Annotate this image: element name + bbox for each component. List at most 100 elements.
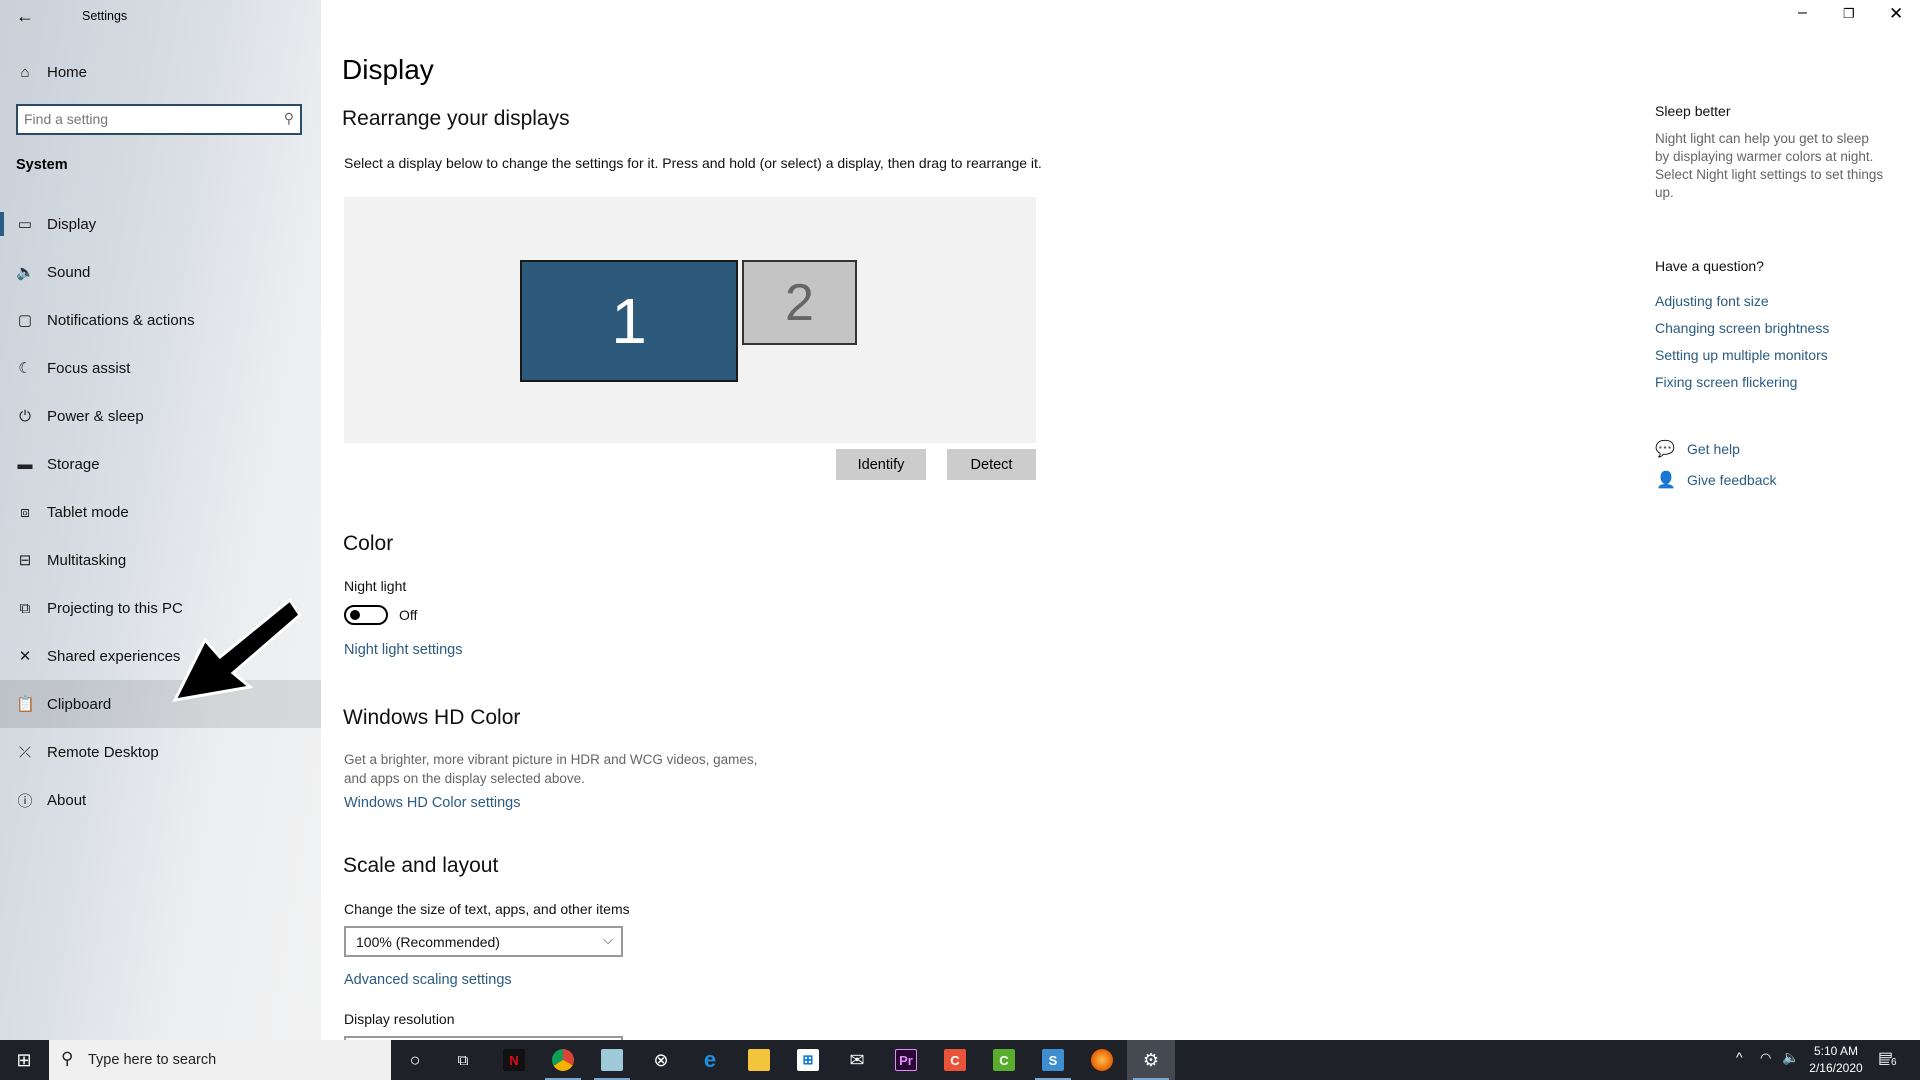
- home-label: Home: [47, 63, 88, 81]
- moon-icon: ☾: [18, 360, 32, 377]
- volume-icon[interactable]: 🔈: [1782, 1049, 1799, 1066]
- task-view-button[interactable]: ⧉: [439, 1040, 487, 1080]
- sidebar-item-notifications-actions[interactable]: ▢ Notifications & actions: [0, 296, 321, 344]
- sleep-text-3: Select Night light settings to set thing…: [1655, 167, 1884, 182]
- help-link-flickering[interactable]: Fixing screen flickering: [1655, 374, 1797, 390]
- search-icon: ⚲: [61, 1049, 74, 1068]
- windows-icon: ⊞: [16, 1049, 32, 1070]
- sidebar-item-remote-desktop[interactable]: ⤫ Remote Desktop: [0, 728, 321, 776]
- sidebar: ← Settings ⌂ Home Find a setting ⚲ Syste…: [0, 0, 321, 1040]
- taskbar: ⊞ ⚲ Type here to search ○ ⧉ N ⊗ e ⊞ ✉ Pr…: [0, 1040, 1920, 1080]
- identify-button[interactable]: Identify: [836, 449, 926, 480]
- minimize-button[interactable]: –: [1798, 4, 1807, 22]
- night-light-settings-link[interactable]: Night light settings: [344, 642, 462, 658]
- speaker-icon: 🔈: [16, 264, 35, 281]
- firefox-app[interactable]: [1078, 1040, 1126, 1080]
- section-heading: System: [16, 157, 68, 173]
- sidebar-item-label: Notifications & actions: [47, 311, 195, 329]
- monitor-1[interactable]: 1: [520, 260, 738, 382]
- monitor-2[interactable]: 2: [742, 260, 857, 345]
- sidebar-item-power-sleep[interactable]: ⏻ Power & sleep: [0, 392, 321, 440]
- storage-icon: ▬: [17, 455, 33, 473]
- multitasking-icon: ⊟: [18, 552, 32, 569]
- question-title: Have a question?: [1655, 258, 1764, 274]
- sidebar-item-sound[interactable]: 🔈 Sound: [0, 248, 321, 296]
- help-link-multiple-monitors[interactable]: Setting up multiple monitors: [1655, 347, 1828, 363]
- notification-icon: ▢: [17, 312, 33, 329]
- restore-button[interactable]: ❐: [1843, 6, 1855, 22]
- sidebar-item-focus-assist[interactable]: ☾ Focus assist: [0, 344, 321, 392]
- store-app[interactable]: ⊞: [784, 1040, 832, 1080]
- scale-heading: Scale and layout: [343, 854, 499, 877]
- sidebar-item-tablet-mode[interactable]: ⧈ Tablet mode: [0, 488, 321, 536]
- night-light-state: Off: [399, 607, 418, 623]
- taskbar-search-box[interactable]: ⚲ Type here to search: [49, 1040, 391, 1080]
- gear-icon: ⚙: [1142, 1049, 1160, 1070]
- help-link-font-size[interactable]: Adjusting font size: [1655, 293, 1769, 309]
- tray-chevron-up-icon[interactable]: ^: [1736, 1049, 1743, 1065]
- sidebar-item-label: Shared experiences: [47, 647, 181, 665]
- projecting-icon: ⧉: [19, 599, 31, 617]
- close-button[interactable]: ✕: [1889, 4, 1903, 24]
- sidebar-item-display[interactable]: ▭ Display: [0, 200, 321, 248]
- detect-button[interactable]: Detect: [947, 449, 1036, 480]
- store-icon: ⊞: [797, 1049, 819, 1071]
- sidebar-item-label: Power & sleep: [47, 407, 144, 425]
- display-arrangement-area: 1 2: [344, 197, 1036, 443]
- file-explorer-app[interactable]: [735, 1040, 783, 1080]
- settings-app[interactable]: ⚙: [1127, 1040, 1175, 1080]
- netflix-app[interactable]: N: [490, 1040, 538, 1080]
- night-light-toggle[interactable]: [344, 605, 388, 625]
- sidebar-item-label: Storage: [47, 455, 100, 473]
- get-help-link[interactable]: Get help: [1687, 441, 1740, 457]
- sleep-text-2: by displaying warmer colors at night.: [1655, 149, 1874, 164]
- scale-dropdown[interactable]: 100% (Recommended) ⌵: [344, 926, 623, 957]
- resolution-label: Display resolution: [344, 1011, 455, 1027]
- color-heading: Color: [343, 532, 394, 555]
- window-title: Settings: [82, 9, 128, 23]
- chrome-icon: [552, 1049, 574, 1071]
- chrome-app[interactable]: [539, 1040, 587, 1080]
- search-input[interactable]: Find a setting ⚲: [16, 104, 302, 135]
- back-arrow-icon[interactable]: ←: [16, 6, 34, 27]
- give-feedback-link[interactable]: Give feedback: [1687, 472, 1777, 488]
- app-s[interactable]: S: [1029, 1040, 1077, 1080]
- sidebar-item-label: Display: [47, 215, 97, 233]
- clock[interactable]: 5:10 AM 2/16/2020: [1806, 1043, 1866, 1077]
- tablet-icon: ⧈: [20, 503, 30, 521]
- premiere-app[interactable]: Pr: [882, 1040, 930, 1080]
- notes-icon: [601, 1049, 623, 1071]
- sidebar-item-label: Multitasking: [47, 551, 127, 569]
- sidebar-item-storage[interactable]: ▬ Storage: [0, 440, 321, 488]
- edge-app[interactable]: e: [686, 1040, 734, 1080]
- mail-icon: ✉: [849, 1049, 865, 1070]
- start-button[interactable]: ⊞: [0, 1040, 48, 1080]
- cortana-icon: ○: [409, 1049, 421, 1070]
- mail-app[interactable]: ✉: [833, 1040, 881, 1080]
- notes-app[interactable]: [588, 1040, 636, 1080]
- advanced-scaling-link[interactable]: Advanced scaling settings: [344, 972, 512, 988]
- page-title: Display: [342, 54, 434, 85]
- sleep-text-4: up.: [1655, 185, 1674, 200]
- cortana-button[interactable]: ○: [391, 1040, 439, 1080]
- sidebar-item-multitasking[interactable]: ⊟ Multitasking: [0, 536, 321, 584]
- hdr-settings-link[interactable]: Windows HD Color settings: [344, 795, 520, 811]
- hdr-description-2: and apps on the display selected above.: [344, 771, 585, 786]
- sidebar-item-label: About: [47, 791, 87, 809]
- sidebar-item-about[interactable]: ⓘ About: [0, 776, 321, 824]
- feedback-icon: 👤: [1656, 472, 1676, 489]
- app-c-red[interactable]: C: [931, 1040, 979, 1080]
- shared-icon: ✕: [18, 648, 32, 665]
- sleep-text-1: Night light can help you get to sleep: [1655, 131, 1869, 146]
- sidebar-item-label: Remote Desktop: [47, 743, 159, 761]
- xbox-app[interactable]: ⊗: [637, 1040, 685, 1080]
- get-help-icon: 💬: [1655, 441, 1675, 458]
- rearrange-heading: Rearrange your displays: [342, 107, 570, 130]
- sidebar-item-home[interactable]: ⌂ Home: [0, 48, 321, 96]
- help-link-brightness[interactable]: Changing screen brightness: [1655, 320, 1829, 336]
- search-placeholder: Find a setting: [24, 111, 109, 127]
- app-c-green[interactable]: C: [980, 1040, 1028, 1080]
- action-center-button[interactable]: ▤ 6: [1878, 1048, 1902, 1072]
- network-icon[interactable]: ◠: [1760, 1050, 1771, 1066]
- clipboard-icon: 📋: [16, 696, 35, 713]
